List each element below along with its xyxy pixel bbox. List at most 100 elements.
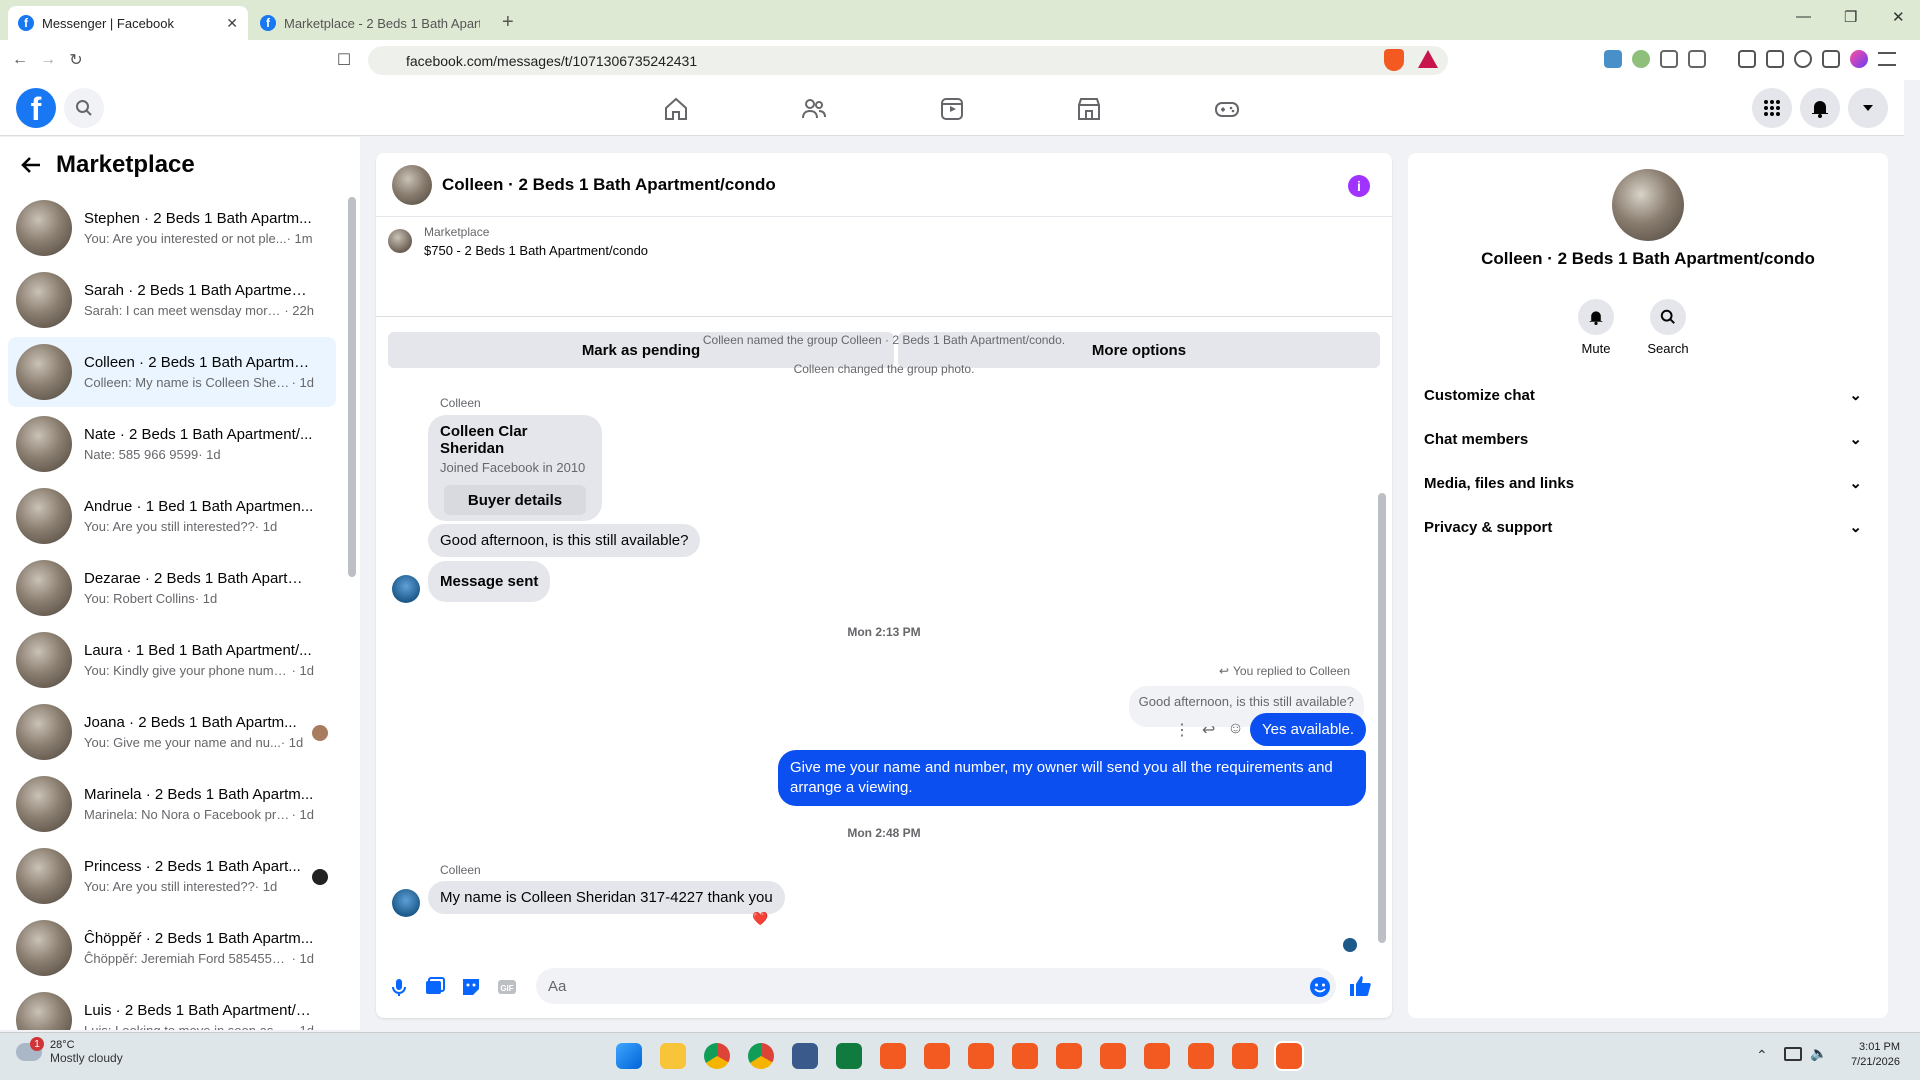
chat-members-section[interactable]: Chat members ⌄ <box>1424 419 1872 459</box>
wallet-icon[interactable] <box>1766 50 1784 68</box>
url-bar[interactable]: facebook.com/messages/t/1071306735242431 <box>368 46 1448 75</box>
notepad-icon[interactable] <box>792 1043 818 1069</box>
restore-icon[interactable]: ❐ <box>1844 8 1857 26</box>
chrome-profile-icon[interactable] <box>748 1043 774 1069</box>
sidebar-icon[interactable] <box>1738 50 1756 68</box>
tray-chevron-icon[interactable]: ⌃ <box>1756 1047 1768 1064</box>
message-bubble[interactable]: Good afternoon, is this still available? <box>428 524 701 557</box>
extension-icon[interactable] <box>1632 50 1650 68</box>
react-icon[interactable]: ☺ <box>1227 720 1243 740</box>
sender-avatar[interactable] <box>392 889 420 917</box>
photo-icon[interactable] <box>424 976 446 998</box>
brave-browser-icon[interactable] <box>924 1043 950 1069</box>
sender-avatar[interactable] <box>392 575 420 603</box>
media-files-links-section[interactable]: Media, files and links ⌄ <box>1424 463 1872 503</box>
brave-browser-icon[interactable] <box>968 1043 994 1069</box>
notifications-bell-icon[interactable] <box>1800 88 1840 128</box>
weather-widget[interactable]: 1 28°C Mostly cloudy <box>16 1037 123 1065</box>
thumbs-up-icon[interactable] <box>1348 974 1372 998</box>
brave-browser-icon[interactable] <box>1012 1043 1038 1069</box>
file-explorer-icon[interactable] <box>660 1043 686 1069</box>
buyer-details-button[interactable]: Buyer details <box>444 485 586 515</box>
brave-shield-icon[interactable] <box>1384 49 1404 71</box>
listing-price-title[interactable]: $750 - 2 Beds 1 Bath Apartment/condo <box>424 243 648 258</box>
brave-browser-icon[interactable] <box>1144 1043 1170 1069</box>
search-icon[interactable] <box>64 88 104 128</box>
extension-icon[interactable] <box>1604 50 1622 68</box>
close-window-icon[interactable]: ✕ <box>1892 8 1905 26</box>
message-input[interactable]: Aa <box>536 968 1336 1004</box>
message-bubble[interactable]: My name is Colleen Sheridan 317-4227 tha… <box>428 881 785 914</box>
conversation-item[interactable]: Joana · 2 Beds 1 Bath Apartm... You: Give… <box>8 697 336 767</box>
video-icon[interactable] <box>939 96 965 122</box>
menu-icon[interactable] <box>1878 52 1896 66</box>
home-icon[interactable] <box>663 96 689 122</box>
forward-icon[interactable]: → <box>34 51 62 69</box>
more-actions-icon[interactable]: ⋮ <box>1174 720 1190 740</box>
marketplace-icon[interactable] <box>1076 96 1102 122</box>
reload-icon[interactable]: ↻ <box>62 50 90 70</box>
my-message-bubble[interactable]: Yes available. <box>1249 713 1366 746</box>
account-chevron-icon[interactable] <box>1848 88 1888 128</box>
leo-icon[interactable] <box>1794 50 1812 68</box>
network-icon[interactable] <box>1784 1047 1802 1061</box>
brave-rewards-icon[interactable] <box>1418 50 1438 68</box>
profile-icon[interactable] <box>1850 50 1868 68</box>
page-scrollbar[interactable] <box>1906 84 1916 1026</box>
privacy-support-section[interactable]: Privacy & support ⌄ <box>1424 507 1872 547</box>
extension-icon[interactable] <box>1688 50 1706 68</box>
chat-scrollbar[interactable] <box>1378 493 1386 943</box>
brave-browser-icon[interactable] <box>1056 1043 1082 1069</box>
brave-browser-icon[interactable] <box>880 1043 906 1069</box>
new-tab-icon[interactable]: + <box>490 11 526 40</box>
app-icon[interactable] <box>836 1043 862 1069</box>
brave-browser-icon[interactable] <box>1188 1043 1214 1069</box>
listing-thumbnail[interactable] <box>388 229 412 253</box>
close-tab-icon[interactable]: ✕ <box>226 15 238 32</box>
brave-browser-icon[interactable] <box>1274 1041 1304 1071</box>
mute-button[interactable]: Mute <box>1566 299 1626 356</box>
gaming-icon[interactable] <box>1214 96 1240 122</box>
conversation-item[interactable]: Marinela · 2 Beds 1 Bath Apartm... Marine… <box>8 769 336 839</box>
menu-grid-icon[interactable] <box>1752 88 1792 128</box>
brave-browser-icon[interactable] <box>1100 1043 1126 1069</box>
tab-messenger[interactable]: f Messenger | Facebook ✕ <box>8 6 248 40</box>
conversation-item[interactable]: Nate · 2 Beds 1 Bath Apartment/... Nate: … <box>8 409 336 479</box>
chrome-icon[interactable] <box>704 1043 730 1069</box>
search-conversation-button[interactable]: Search <box>1638 299 1698 356</box>
conversation-item[interactable]: Sarah · 2 Beds 1 Bath Apartment... Sarah:… <box>8 265 336 335</box>
minimize-icon[interactable]: — <box>1796 8 1811 25</box>
vpn-icon[interactable] <box>1822 50 1840 68</box>
brave-browser-icon[interactable] <box>1232 1043 1258 1069</box>
back-icon[interactable]: ← <box>6 51 34 69</box>
conversation-item[interactable]: Princess · 2 Beds 1 Bath Apart... You: Ar… <box>8 841 336 911</box>
customize-chat-section[interactable]: Customize chat ⌄ <box>1424 375 1872 415</box>
reply-icon[interactable]: ↩ <box>1202 720 1215 740</box>
chat-avatar[interactable] <box>392 164 432 205</box>
conversation-item[interactable]: Stephen · 2 Beds 1 Bath Apartm... You: Ar… <box>8 193 336 263</box>
conversation-item[interactable]: Laura · 1 Bed 1 Bath Apartment/... You: K… <box>8 625 336 695</box>
conversation-item[interactable]: Ĉhöppěŕ · 2 Beds 1 Bath Apartm... Ĉhöppěŕ… <box>8 913 336 983</box>
puzzle-icon[interactable] <box>1660 50 1678 68</box>
sidebar-scrollbar[interactable] <box>348 197 356 577</box>
chat-title[interactable]: Colleen · 2 Beds 1 Bath Apartment/condo <box>442 175 776 195</box>
gif-icon[interactable]: GIF <box>496 976 518 998</box>
sticker-icon[interactable] <box>460 976 482 998</box>
back-arrow-icon[interactable] <box>20 154 42 176</box>
group-avatar[interactable] <box>1612 169 1684 241</box>
my-message-bubble[interactable]: Give me your name and number, my owner w… <box>778 750 1366 806</box>
friends-icon[interactable] <box>801 96 827 122</box>
conversation-item[interactable]: Dezarae · 2 Beds 1 Bath Apartme... You: R… <box>8 553 336 623</box>
clock[interactable]: 3:01 PM 7/21/2026 <box>1840 1041 1900 1068</box>
tab-marketplace[interactable]: f Marketplace - 2 Beds 1 Bath Apartme <box>250 6 490 40</box>
info-icon[interactable]: i <box>1348 175 1370 197</box>
windows-start-icon[interactable] <box>616 1043 642 1069</box>
bookmark-icon[interactable]: ☐ <box>330 50 358 70</box>
conversation-item[interactable]: Luis · 2 Beds 1 Bath Apartment/c... Luis:… <box>8 985 336 1030</box>
conversation-item[interactable]: Andrue · 1 Bed 1 Bath Apartmen... You: Ar… <box>8 481 336 551</box>
volume-icon[interactable]: 🔈 <box>1810 1045 1827 1062</box>
message-bubble[interactable]: Message sent <box>428 561 551 602</box>
heart-reaction[interactable]: ❤️ <box>752 911 768 927</box>
facebook-logo[interactable]: f <box>16 88 56 128</box>
microphone-icon[interactable] <box>388 976 410 998</box>
